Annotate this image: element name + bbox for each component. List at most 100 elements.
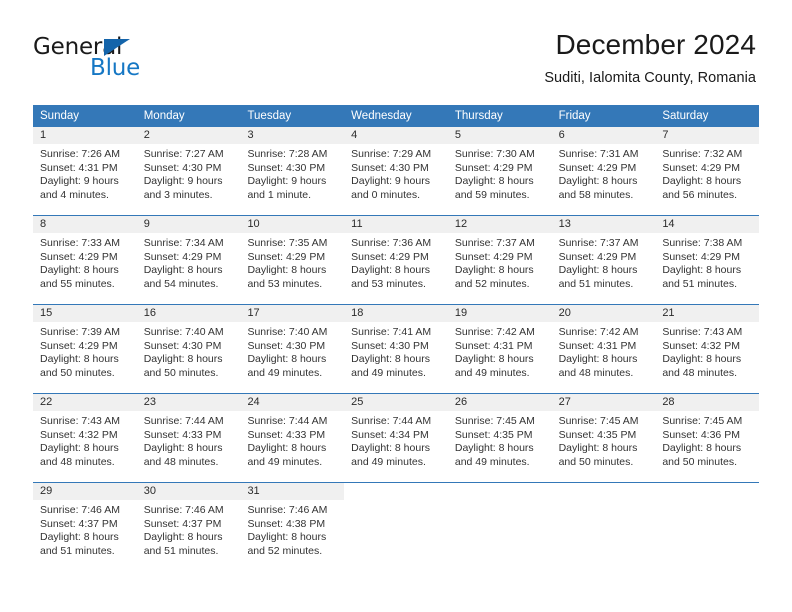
daylight-text-line1: Daylight: 8 hours xyxy=(247,353,327,366)
day-cell[interactable]: 1 Sunrise: 7:26 AM Sunset: 4:31 PM Dayli… xyxy=(33,127,137,215)
day-cell[interactable]: 16 Sunrise: 7:40 AM Sunset: 4:30 PM Dayl… xyxy=(136,305,241,393)
day-number: 15 xyxy=(33,305,137,322)
daylight-text-line2: and 49 minutes. xyxy=(247,366,323,379)
sunset-text: Sunset: 4:32 PM xyxy=(40,428,118,441)
day-number: 12 xyxy=(447,216,552,233)
week-row: 15 Sunrise: 7:39 AM Sunset: 4:29 PM Dayl… xyxy=(33,304,760,393)
daylight-text-line1: Daylight: 8 hours xyxy=(558,442,638,455)
daylight-text-line1: Daylight: 8 hours xyxy=(558,264,638,277)
daylight-text-line2: and 50 minutes. xyxy=(558,455,634,468)
day-details: Sunrise: 7:43 AM Sunset: 4:32 PM Dayligh… xyxy=(33,411,137,469)
day-cell[interactable]: 18 Sunrise: 7:41 AM Sunset: 4:30 PM Dayl… xyxy=(344,305,448,393)
daylight-text-line1: Daylight: 8 hours xyxy=(351,353,430,366)
day-details: Sunrise: 7:38 AM Sunset: 4:29 PM Dayligh… xyxy=(655,233,759,291)
daylight-text-line1: Daylight: 8 hours xyxy=(454,353,534,366)
day-details: Sunrise: 7:46 AM Sunset: 4:37 PM Dayligh… xyxy=(33,500,137,558)
sunrise-text: Sunrise: 7:45 AM xyxy=(558,415,639,427)
day-cell[interactable]: 6 Sunrise: 7:31 AM Sunset: 4:29 PM Dayli… xyxy=(551,127,656,215)
daylight-text-line2: and 51 minutes. xyxy=(40,544,115,557)
sunset-text: Sunset: 4:30 PM xyxy=(351,161,429,174)
daylight-text-line2: and 0 minutes. xyxy=(351,188,421,201)
sunrise-text: Sunrise: 7:34 AM xyxy=(143,237,224,249)
day-cell[interactable]: 27 Sunrise: 7:45 AM Sunset: 4:35 PM Dayl… xyxy=(551,394,656,482)
page-header: General Blue December 2024 Suditi, Ialom… xyxy=(0,0,792,100)
day-cell[interactable]: 4 Sunrise: 7:29 AM Sunset: 4:30 PM Dayli… xyxy=(344,127,448,215)
week-row: 29 Sunrise: 7:46 AM Sunset: 4:37 PM Dayl… xyxy=(33,482,759,571)
sunset-text: Sunset: 4:30 PM xyxy=(143,161,222,174)
day-cell[interactable]: 31 Sunrise: 7:46 AM Sunset: 4:38 PM Dayl… xyxy=(240,483,345,571)
daylight-text-line1: Daylight: 8 hours xyxy=(662,353,742,366)
day-details: Sunrise: 7:37 AM Sunset: 4:29 PM Dayligh… xyxy=(448,233,552,291)
daylight-text-line1: Daylight: 8 hours xyxy=(351,264,430,277)
day-cell[interactable]: 5 Sunrise: 7:30 AM Sunset: 4:29 PM Dayli… xyxy=(447,127,552,215)
daylight-text-line2: and 50 minutes. xyxy=(143,366,219,379)
brand-logo[interactable]: General Blue xyxy=(33,34,233,84)
day-cell[interactable]: 25 Sunrise: 7:44 AM Sunset: 4:34 PM Dayl… xyxy=(344,394,448,482)
day-cell[interactable]: 9 Sunrise: 7:34 AM Sunset: 4:29 PM Dayli… xyxy=(136,216,241,304)
daylight-text-line1: Daylight: 8 hours xyxy=(143,531,223,544)
page-title: December 2024 xyxy=(555,29,756,60)
weekday-header-monday: Monday xyxy=(143,110,185,122)
day-number: 29 xyxy=(33,483,137,500)
day-cell[interactable]: 23 Sunrise: 7:44 AM Sunset: 4:33 PM Dayl… xyxy=(136,394,241,482)
day-cell[interactable]: 24 Sunrise: 7:44 AM Sunset: 4:33 PM Dayl… xyxy=(240,394,345,482)
sunrise-text: Sunrise: 7:42 AM xyxy=(454,326,535,338)
day-details: Sunrise: 7:35 AM Sunset: 4:29 PM Dayligh… xyxy=(240,233,344,291)
day-cell[interactable]: 12 Sunrise: 7:37 AM Sunset: 4:29 PM Dayl… xyxy=(447,216,552,304)
day-number: 13 xyxy=(551,216,656,233)
day-cell[interactable]: 28 Sunrise: 7:45 AM Sunset: 4:36 PM Dayl… xyxy=(655,394,760,482)
daylight-text-line2: and 48 minutes. xyxy=(662,366,738,379)
daylight-text-line1: Daylight: 8 hours xyxy=(454,442,534,455)
day-cell[interactable]: 3 Sunrise: 7:28 AM Sunset: 4:30 PM Dayli… xyxy=(240,127,345,215)
brand-name-blue: Blue xyxy=(90,55,141,81)
day-number: 31 xyxy=(240,483,345,500)
day-number: 30 xyxy=(136,483,241,500)
daylight-text-line2: and 48 minutes. xyxy=(143,455,219,468)
daylight-text-line1: Daylight: 8 hours xyxy=(247,264,327,277)
day-number: 19 xyxy=(447,305,552,322)
day-cell[interactable]: 20 Sunrise: 7:42 AM Sunset: 4:31 PM Dayl… xyxy=(551,305,656,393)
sunset-text: Sunset: 4:29 PM xyxy=(454,161,533,174)
day-cell[interactable]: 2 Sunrise: 7:27 AM Sunset: 4:30 PM Dayli… xyxy=(136,127,241,215)
day-cell[interactable]: 19 Sunrise: 7:42 AM Sunset: 4:31 PM Dayl… xyxy=(447,305,552,393)
daylight-text-line1: Daylight: 9 hours xyxy=(247,175,327,188)
day-cell[interactable]: 29 Sunrise: 7:46 AM Sunset: 4:37 PM Dayl… xyxy=(33,483,137,571)
day-cell[interactable]: 26 Sunrise: 7:45 AM Sunset: 4:35 PM Dayl… xyxy=(447,394,552,482)
day-details: Sunrise: 7:29 AM Sunset: 4:30 PM Dayligh… xyxy=(344,144,448,202)
day-number: 20 xyxy=(551,305,656,322)
sunset-text: Sunset: 4:36 PM xyxy=(662,428,740,441)
daylight-text-line2: and 54 minutes. xyxy=(143,277,219,290)
day-cell[interactable]: 22 Sunrise: 7:43 AM Sunset: 4:32 PM Dayl… xyxy=(33,394,137,482)
sunrise-text: Sunrise: 7:37 AM xyxy=(454,237,535,249)
day-details: Sunrise: 7:36 AM Sunset: 4:29 PM Dayligh… xyxy=(344,233,448,291)
day-cell[interactable]: 7 Sunrise: 7:32 AM Sunset: 4:29 PM Dayli… xyxy=(655,127,760,215)
daylight-text-line2: and 49 minutes. xyxy=(351,366,426,379)
day-cell[interactable]: 30 Sunrise: 7:46 AM Sunset: 4:37 PM Dayl… xyxy=(136,483,241,571)
daylight-text-line2: and 53 minutes. xyxy=(351,277,426,290)
day-cell[interactable]: 13 Sunrise: 7:37 AM Sunset: 4:29 PM Dayl… xyxy=(551,216,656,304)
sunset-text: Sunset: 4:33 PM xyxy=(247,428,326,441)
day-cell[interactable]: 17 Sunrise: 7:40 AM Sunset: 4:30 PM Dayl… xyxy=(240,305,345,393)
sunset-text: Sunset: 4:35 PM xyxy=(454,428,533,441)
day-details: Sunrise: 7:32 AM Sunset: 4:29 PM Dayligh… xyxy=(655,144,759,202)
day-cell[interactable]: 11 Sunrise: 7:36 AM Sunset: 4:29 PM Dayl… xyxy=(344,216,448,304)
daylight-text-line1: Daylight: 8 hours xyxy=(558,353,638,366)
calendar-page: General Blue December 2024 Suditi, Ialom… xyxy=(0,0,792,612)
day-cell[interactable]: 8 Sunrise: 7:33 AM Sunset: 4:29 PM Dayli… xyxy=(33,216,137,304)
sunrise-text: Sunrise: 7:46 AM xyxy=(143,504,224,516)
daylight-text-line2: and 51 minutes. xyxy=(662,277,738,290)
day-cell[interactable]: 21 Sunrise: 7:43 AM Sunset: 4:32 PM Dayl… xyxy=(655,305,760,393)
daylight-text-line1: Daylight: 8 hours xyxy=(40,264,119,277)
day-number: 24 xyxy=(240,394,345,411)
sunrise-text: Sunrise: 7:43 AM xyxy=(40,415,120,427)
day-details: Sunrise: 7:28 AM Sunset: 4:30 PM Dayligh… xyxy=(240,144,344,202)
week-row: 8 Sunrise: 7:33 AM Sunset: 4:29 PM Dayli… xyxy=(33,215,760,304)
sunset-text: Sunset: 4:29 PM xyxy=(558,161,637,174)
sunrise-text: Sunrise: 7:33 AM xyxy=(40,237,120,249)
weekday-header-tuesday: Tuesday xyxy=(247,110,292,122)
daylight-text-line1: Daylight: 8 hours xyxy=(351,442,430,455)
day-cell[interactable]: 10 Sunrise: 7:35 AM Sunset: 4:29 PM Dayl… xyxy=(240,216,345,304)
day-cell[interactable]: 15 Sunrise: 7:39 AM Sunset: 4:29 PM Dayl… xyxy=(33,305,137,393)
day-cell[interactable]: 14 Sunrise: 7:38 AM Sunset: 4:29 PM Dayl… xyxy=(655,216,760,304)
day-number: 18 xyxy=(344,305,448,322)
